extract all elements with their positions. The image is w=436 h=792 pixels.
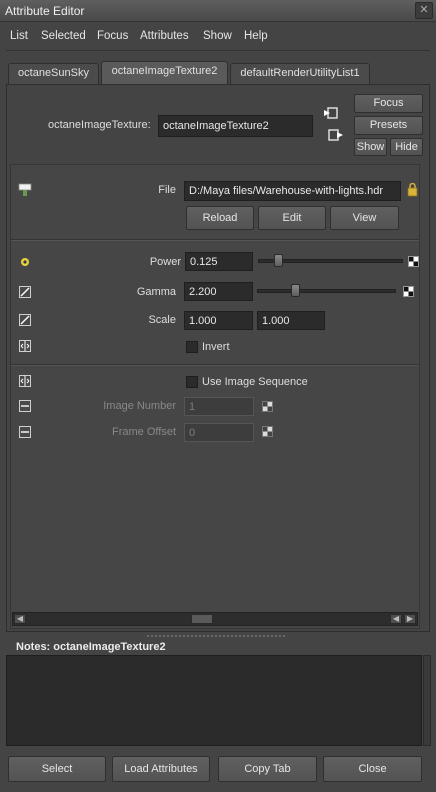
texture-icon	[18, 183, 32, 196]
map-button-icon[interactable]	[262, 426, 273, 437]
frame-offset-value: 0	[189, 427, 196, 439]
gamma-field[interactable]: 2.200	[184, 282, 253, 301]
menu-list[interactable]: List	[10, 30, 28, 42]
scrollbar-grip[interactable]	[191, 614, 213, 624]
image-number-field[interactable]: 1	[184, 397, 254, 416]
power-value: 0.125	[190, 256, 218, 268]
tab-defaultrenderutilitylist1[interactable]: defaultRenderUtilityList1	[230, 63, 370, 84]
file-path-value: D:/Maya files/Warehouse-with-lights.hdr	[189, 185, 383, 197]
copy-tab-button[interactable]: Copy Tab	[218, 756, 317, 782]
window-title: Attribute Editor	[5, 4, 85, 18]
tab-octanesunsky[interactable]: octaneSunSky	[8, 63, 99, 84]
image-number-value: 1	[189, 401, 196, 413]
menu-selected[interactable]: Selected	[41, 30, 86, 42]
file-path-field[interactable]: D:/Maya files/Warehouse-with-lights.hdr	[184, 181, 401, 201]
use-image-sequence-checkbox[interactable]	[186, 376, 198, 388]
load-attributes-button[interactable]: Load Attributes	[112, 756, 210, 782]
notes-label: Notes: octaneImageTexture2	[16, 641, 166, 653]
node-type-label: octaneImageTexture:	[48, 119, 151, 131]
notes-scrollbar[interactable]	[423, 655, 431, 746]
select-button[interactable]: Select	[8, 756, 106, 782]
invert-checkbox[interactable]	[186, 341, 198, 353]
scale-label: Scale	[148, 314, 176, 326]
view-button[interactable]: View	[330, 206, 399, 230]
input-connection-icon[interactable]	[324, 106, 340, 120]
scale-icon	[19, 314, 31, 326]
sequence-icon	[19, 375, 31, 387]
edit-button[interactable]: Edit	[258, 206, 326, 230]
gamma-label: Gamma	[136, 286, 176, 298]
power-dot-icon	[21, 258, 29, 266]
tab-octaneimagetexture2[interactable]: octaneImageTexture2	[101, 61, 228, 85]
map-button-icon[interactable]	[408, 256, 419, 267]
section-divider	[11, 239, 419, 241]
frame-offset-icon	[19, 426, 31, 438]
folder-icon[interactable]	[407, 183, 418, 197]
scale-v-field[interactable]: 1.000	[257, 311, 325, 330]
section-divider	[11, 364, 419, 366]
gamma-value: 2.200	[189, 286, 217, 298]
invert-icon	[19, 340, 31, 352]
notes-textarea[interactable]	[6, 655, 422, 746]
curve-icon	[19, 286, 31, 298]
node-name-field[interactable]: octaneImageTexture2	[158, 115, 313, 137]
scale-v-value: 1.000	[262, 315, 290, 327]
pane-resize-handle[interactable]	[146, 634, 286, 638]
output-connection-icon[interactable]	[328, 128, 344, 142]
show-button[interactable]: Show	[354, 138, 387, 156]
horizontal-scrollbar[interactable]: ◀ ◀ ▶	[12, 612, 418, 626]
use-image-sequence-label: Use Image Sequence	[202, 376, 308, 388]
map-button-icon[interactable]	[262, 401, 273, 412]
scroll-right-icon[interactable]: ▶	[404, 614, 416, 624]
node-name-value: octaneImageTexture2	[163, 120, 269, 132]
gamma-slider-thumb[interactable]	[290, 284, 300, 297]
invert-label: Invert	[202, 341, 230, 353]
menu-show[interactable]: Show	[203, 30, 232, 42]
close-icon[interactable]: ✕	[415, 2, 433, 19]
frame-offset-field[interactable]: 0	[184, 423, 254, 442]
scroll-left-icon[interactable]: ◀	[390, 614, 402, 624]
power-slider-thumb[interactable]	[274, 254, 284, 267]
image-number-icon	[19, 400, 31, 412]
title-bar: Attribute Editor ✕	[0, 0, 436, 22]
scroll-left-icon[interactable]: ◀	[14, 614, 26, 624]
file-label: File	[158, 184, 176, 196]
image-number-label: Image Number	[103, 400, 176, 412]
menu-bar: List Selected Focus Attributes Show Help	[0, 26, 436, 46]
menu-divider	[6, 50, 430, 51]
focus-button[interactable]: Focus	[354, 94, 423, 113]
gamma-slider[interactable]	[257, 289, 396, 293]
power-field[interactable]: 0.125	[185, 252, 253, 271]
map-button-icon[interactable]	[403, 286, 414, 297]
presets-button[interactable]: Presets	[354, 116, 423, 135]
menu-attributes[interactable]: Attributes	[140, 30, 189, 42]
hide-button[interactable]: Hide	[390, 138, 423, 156]
scale-u-field[interactable]: 1.000	[184, 311, 253, 330]
menu-help[interactable]: Help	[244, 30, 268, 42]
frame-offset-label: Frame Offset	[112, 426, 176, 438]
close-button[interactable]: Close	[323, 756, 422, 782]
power-label: Power	[149, 256, 181, 268]
menu-focus[interactable]: Focus	[97, 30, 128, 42]
reload-button[interactable]: Reload	[186, 206, 254, 230]
scale-u-value: 1.000	[189, 315, 217, 327]
